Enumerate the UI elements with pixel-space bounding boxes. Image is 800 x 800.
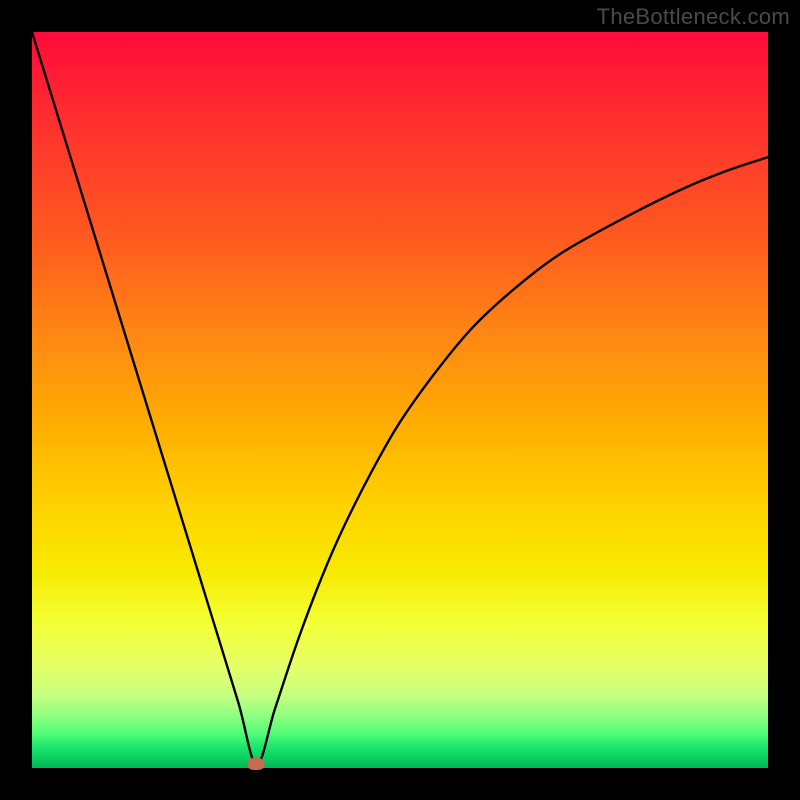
bottleneck-curve [32, 32, 768, 768]
watermark-text: TheBottleneck.com [597, 4, 790, 30]
curve-path [32, 32, 768, 764]
plot-area [32, 32, 768, 768]
optimum-marker [248, 758, 265, 770]
chart-frame: TheBottleneck.com [0, 0, 800, 800]
